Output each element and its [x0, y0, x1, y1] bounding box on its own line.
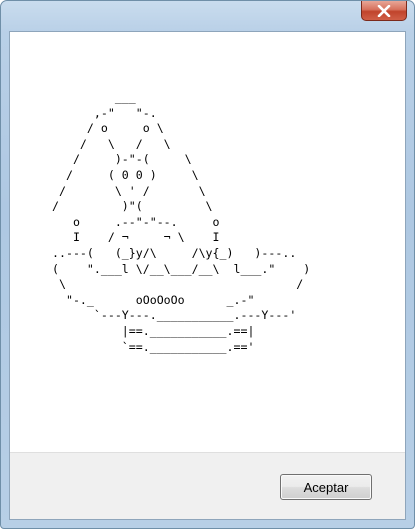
close-button[interactable]	[361, 1, 407, 21]
dialog-window: ___ ,-" "-. / o o \ / \ / \ / )-"-( \ / …	[0, 0, 415, 529]
dialog-client-area: ___ ,-" "-. / o o \ / \ / \ / )-"-( \ / …	[9, 31, 406, 520]
message-area: ___ ,-" "-. / o o \ / \ / \ / )-"-( \ / …	[10, 32, 405, 452]
button-bar: Aceptar	[10, 452, 405, 519]
accept-button[interactable]: Aceptar	[280, 474, 372, 500]
close-x-icon	[377, 4, 391, 17]
ascii-art-message: ___ ,-" "-. / o o \ / \ / \ / )-"-( \ / …	[52, 90, 311, 354]
